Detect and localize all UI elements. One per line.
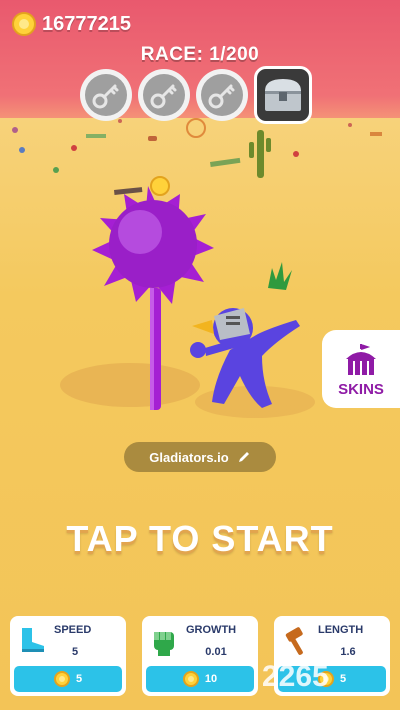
key-icon bbox=[92, 84, 119, 109]
chest-reward[interactable] bbox=[254, 66, 312, 124]
grass-icon bbox=[268, 262, 292, 290]
upgrade-level: 5 bbox=[71, 646, 79, 658]
upgrade-cost: 5 bbox=[75, 673, 83, 685]
hammer-icon bbox=[285, 627, 303, 655]
tent-icon bbox=[346, 343, 376, 375]
skins-button[interactable]: SKINS bbox=[322, 330, 400, 408]
upgrade-buy-button[interactable]: 5 bbox=[14, 666, 122, 692]
coin-icon bbox=[53, 671, 70, 687]
key-progress bbox=[80, 66, 312, 124]
upgrade-level: 0.01 bbox=[205, 646, 227, 658]
plank bbox=[210, 157, 241, 167]
boot-icon bbox=[22, 628, 44, 652]
coin-counter: 16777215 bbox=[12, 12, 131, 36]
key-slot bbox=[196, 69, 248, 121]
tap-to-start-prompt[interactable]: TAP TO START bbox=[0, 518, 400, 560]
plank bbox=[86, 134, 106, 138]
upgrade-card-growth[interactable]: GROWTH 0.01 10 bbox=[142, 616, 258, 696]
race-progress-label: RACE: 1/200 bbox=[140, 44, 260, 65]
upgrade-title: GROWTH bbox=[186, 624, 237, 636]
game-scene[interactable]: 16777215 RACE: 1/200 SKINS Gladiators.io… bbox=[0, 0, 400, 710]
coin-count: 16777215 bbox=[42, 12, 131, 35]
upgrade-title: LENGTH bbox=[318, 624, 364, 636]
key-slot bbox=[138, 69, 190, 121]
upgrade-cost: 10 bbox=[204, 673, 218, 685]
upgrade-card-speed[interactable]: SPEED 5 5 bbox=[10, 616, 126, 696]
upgrade-title: SPEED bbox=[54, 624, 92, 636]
rock bbox=[148, 136, 157, 141]
skins-label: SKINS bbox=[338, 380, 384, 398]
player-name-field[interactable]: Gladiators.io bbox=[124, 442, 276, 472]
upgrade-level: 1.6 bbox=[340, 646, 356, 658]
key-icon bbox=[150, 84, 177, 109]
coin-icon bbox=[182, 671, 199, 687]
coin-icon bbox=[12, 12, 36, 36]
watermark-logo: 2265 bbox=[262, 660, 329, 693]
fist-icon bbox=[154, 632, 174, 656]
chest-icon bbox=[265, 79, 301, 111]
key-slot bbox=[80, 69, 132, 121]
upgrade-bar: SPEED 5 5 GROWTH 0.01 10 LENGTH 1.6 5 bbox=[10, 616, 390, 696]
edit-pen-icon bbox=[238, 452, 249, 462]
key-icon bbox=[208, 84, 235, 109]
upgrade-buy-button[interactable]: 10 bbox=[146, 666, 254, 692]
player-name: Gladiators.io bbox=[149, 449, 229, 465]
upgrade-cost: 5 bbox=[339, 673, 347, 685]
cactus-icon bbox=[249, 130, 271, 178]
